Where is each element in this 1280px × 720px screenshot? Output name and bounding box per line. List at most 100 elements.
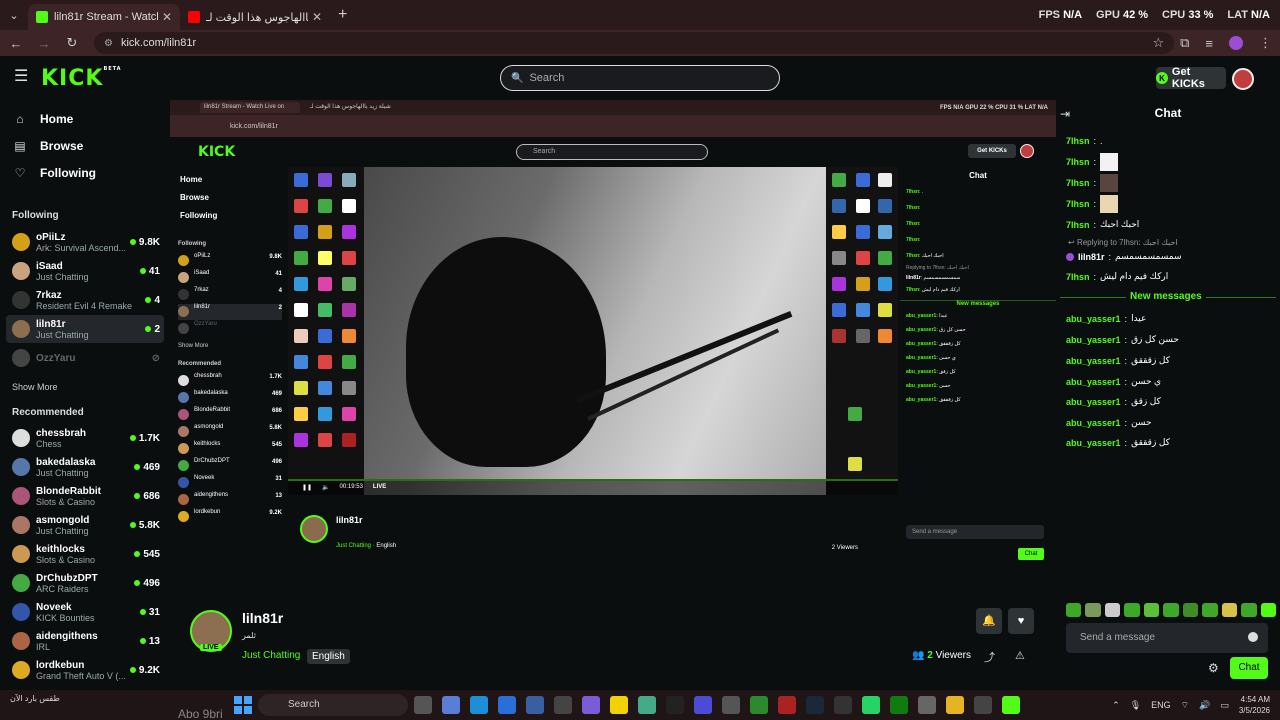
pause-icon[interactable]: ❚❚	[302, 484, 312, 491]
emote-button[interactable]	[1124, 603, 1140, 617]
get-kicks-button[interactable]: K Get KICKs	[1156, 66, 1226, 90]
task-view-icon[interactable]	[414, 696, 432, 714]
chat-username[interactable]: abu_yasser1	[1066, 314, 1121, 324]
following-channel-liln81r[interactable]: liln81r Just Chatting 2	[6, 315, 164, 343]
following-channel-ozzyaru[interactable]: OzzYaru ⊘	[6, 344, 164, 372]
chat-message-input[interactable]: Send a message	[1066, 623, 1268, 653]
search-input[interactable]: 🔍 Search	[500, 65, 780, 91]
extensions-icon[interactable]: ⧉	[1180, 35, 1189, 51]
report-warning-icon[interactable]: ⚠	[1015, 649, 1025, 662]
forward-icon[interactable]: →	[32, 36, 56, 51]
copilot-icon[interactable]	[442, 696, 460, 714]
close-tab-icon[interactable]: ✕	[162, 10, 172, 24]
share-icon[interactable]: ⤴	[984, 649, 995, 665]
chat-username[interactable]: 7lhsn	[1066, 199, 1090, 209]
recommended-channel-chessbrah[interactable]: chessbrah Chess 1.7K	[6, 424, 164, 452]
browser-menu-icon[interactable]: ⋮	[1259, 35, 1272, 51]
following-channel-opiilz[interactable]: oPiiLz Ark: Survival Ascend... 9.8K	[6, 228, 164, 256]
mic-icon[interactable]: 🎙	[1130, 700, 1141, 711]
follow-heart-icon[interactable]: ♥	[1008, 608, 1034, 634]
emote-button[interactable]	[1143, 603, 1160, 617]
xbox-app-icon[interactable]	[890, 696, 908, 714]
media-controls-icon[interactable]: ≡	[1205, 36, 1213, 51]
chat-username[interactable]: abu_yasser1	[1066, 356, 1121, 366]
discord-icon[interactable]	[582, 696, 600, 714]
emote-button[interactable]	[1221, 603, 1238, 617]
emote-button[interactable]	[1202, 603, 1218, 617]
recommended-channel-blonderabbit[interactable]: BlondeRabbit Slots & Casino 686	[6, 482, 164, 510]
emote-button[interactable]	[1104, 603, 1121, 617]
emote-button[interactable]	[1260, 603, 1276, 617]
url-input[interactable]: ⚙ kick.com/liln81r	[94, 32, 1174, 54]
recommended-channel-aidengithens[interactable]: aidengithens IRL 13	[6, 627, 164, 655]
battery-icon[interactable]: ▭	[1220, 700, 1229, 711]
store-icon[interactable]	[526, 696, 544, 714]
volume-icon[interactable]: 🔈	[322, 484, 329, 491]
chat-username[interactable]: 7lhsn	[1066, 220, 1090, 230]
taskbar-search[interactable]: Search	[258, 694, 408, 716]
browser-tab-kick[interactable]: liln81r Stream - Watch Live on K ✕	[28, 4, 180, 30]
recommended-channel-bakedalaska[interactable]: bakedalaska Just Chatting 469	[6, 453, 164, 481]
chat-username[interactable]: 7lhsn	[1066, 157, 1090, 167]
language-tag[interactable]: English	[307, 649, 350, 664]
chat-username[interactable]: liln81r	[1078, 252, 1105, 262]
app-icon[interactable]	[554, 696, 572, 714]
hamburger-menu-icon[interactable]: ☰	[14, 69, 28, 85]
recommended-channel-drchubzdpt[interactable]: DrChubzDPT ARC Raiders 496	[6, 569, 164, 597]
show-more-link[interactable]: Show More	[12, 382, 58, 392]
chat-username[interactable]: abu_yasser1	[1066, 377, 1121, 387]
chat-username[interactable]: 7lhsn	[1066, 272, 1090, 282]
streamer-name[interactable]: liln81r	[242, 610, 283, 626]
chat-username[interactable]: abu_yasser1	[1066, 438, 1121, 448]
whatsapp-icon[interactable]	[862, 696, 880, 714]
recommended-channel-asmongold[interactable]: asmongold Just Chatting 5.8K	[6, 511, 164, 539]
sidebar-item-home[interactable]: ⌂ Home	[12, 112, 73, 126]
sidebar-item-following[interactable]: ♡ Following	[12, 166, 96, 180]
snapchat-icon[interactable]	[610, 696, 628, 714]
file-explorer-icon[interactable]	[946, 696, 964, 714]
tiktok-icon[interactable]	[666, 696, 684, 714]
mail-icon[interactable]	[498, 696, 516, 714]
xbox-icon[interactable]	[750, 696, 768, 714]
sidebar-item-browse[interactable]: ▤ Browse	[12, 139, 83, 153]
chat-username[interactable]: 7lhsn	[1066, 178, 1090, 188]
recommended-channel-keithlocks[interactable]: keithlocks Slots & Casino 545	[6, 540, 164, 568]
tab-list-chevron-icon[interactable]: ⌄	[0, 0, 28, 30]
close-tab-icon[interactable]: ✕	[312, 10, 322, 24]
weather-widget[interactable]: طقس بارد الآن	[10, 694, 70, 703]
emote-button[interactable]	[1241, 603, 1257, 617]
app-icon[interactable]	[778, 696, 796, 714]
chat-username[interactable]: abu_yasser1	[1066, 418, 1121, 428]
stream-category-link[interactable]: Just Chatting	[242, 650, 300, 661]
speaker-icon[interactable]: 🔊	[1199, 700, 1210, 711]
obs-icon[interactable]	[722, 696, 740, 714]
windows-start-icon[interactable]	[234, 696, 252, 714]
app-icon[interactable]	[974, 696, 992, 714]
following-channel-7rkaz[interactable]: 7rkaz Resident Evil 4 Remake 4	[6, 286, 164, 314]
wifi-icon[interactable]: ⌔	[1181, 700, 1189, 711]
recommended-channel-noveek[interactable]: Noveek KICK Bounties 31	[6, 598, 164, 626]
chat-settings-gear-icon[interactable]: ⚙	[1208, 661, 1219, 675]
edge-icon[interactable]	[470, 696, 488, 714]
reload-icon[interactable]: ↻	[60, 35, 84, 51]
emoji-picker-icon[interactable]	[1248, 632, 1258, 642]
chat-username[interactable]: abu_yasser1	[1066, 397, 1121, 407]
chat-username[interactable]: abu_yasser1	[1066, 335, 1121, 345]
bookmark-star-icon[interactable]: ☆	[1152, 35, 1164, 51]
chat-username[interactable]: 7lhsn	[1066, 136, 1090, 146]
emote-button[interactable]	[1085, 603, 1101, 617]
video-player[interactable]: liln81r Stream - Watch Live on شيلة زيد …	[170, 100, 1056, 570]
language-indicator[interactable]: ENG	[1151, 700, 1171, 710]
following-channel-isaad[interactable]: iSaad Just Chatting 41	[6, 257, 164, 285]
steam-icon[interactable]	[806, 696, 824, 714]
browser-tab-youtube[interactable]: شيلة زيد باالهاجوس هذا الوقت لـ ✕	[180, 4, 330, 30]
emote-button[interactable]	[1066, 603, 1082, 617]
emote-button[interactable]	[1163, 603, 1179, 617]
site-info-icon[interactable]: ⚙	[104, 38, 113, 49]
emote-button[interactable]	[1182, 603, 1199, 617]
back-icon[interactable]: ←	[4, 36, 28, 51]
recommended-channel-lordkebun[interactable]: lordkebun Grand Theft Auto V (... 9.2K	[6, 656, 164, 684]
kick-logo[interactable]: KICKBETA	[41, 66, 122, 91]
notification-bell-icon[interactable]: 🔔	[976, 608, 1002, 634]
settings-icon[interactable]	[918, 696, 936, 714]
